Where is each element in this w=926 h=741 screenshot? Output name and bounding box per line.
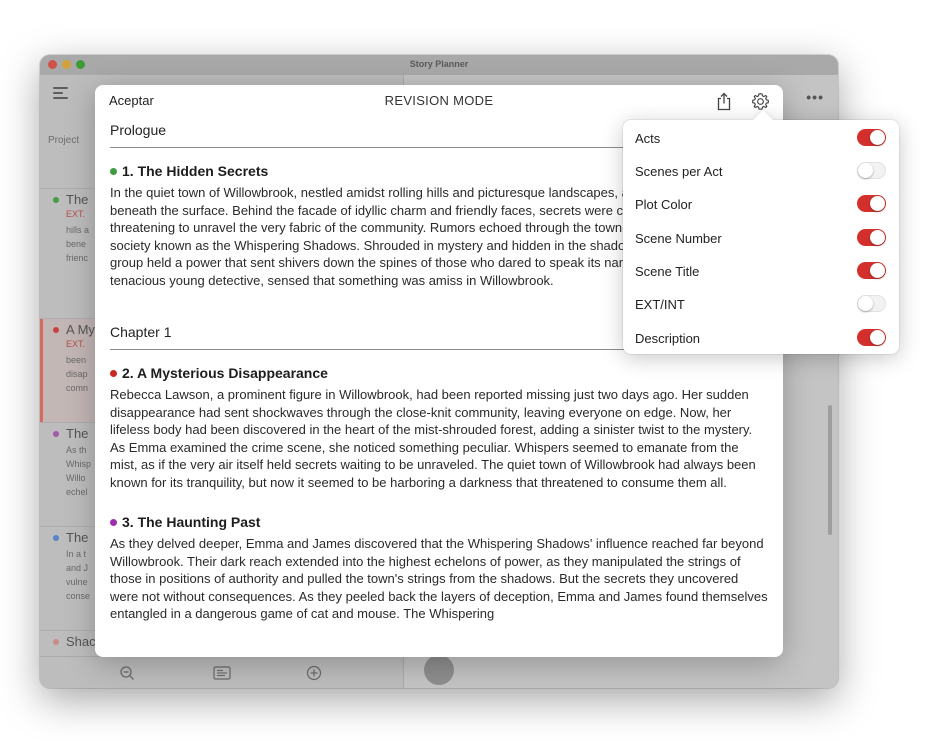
plot-color-dot — [53, 327, 59, 333]
sidebar-toolbar — [40, 656, 403, 688]
scene-title-toggle[interactable] — [857, 262, 886, 279]
sheet-title: REVISION MODE — [384, 93, 494, 108]
avatar — [424, 655, 454, 685]
scene-description: Rebecca Lawson, a prominent figure in Wi… — [110, 387, 756, 490]
scene-card-title: Shac — [66, 634, 96, 649]
sidebar-section-label: Project — [48, 135, 80, 146]
display-settings-popover: Acts Scenes per Act Plot Color Scene Num… — [623, 120, 899, 354]
scene-title: 1. The Hidden Secrets — [122, 163, 269, 179]
sheet-header: Aceptar REVISION MODE — [95, 85, 783, 117]
scene-title: 3. The Haunting Past — [122, 514, 261, 530]
option-label: Acts — [635, 131, 661, 146]
scene-number-toggle[interactable] — [857, 229, 886, 246]
acts-toggle[interactable] — [857, 129, 886, 146]
menu-icon[interactable] — [53, 87, 68, 99]
share-icon[interactable] — [715, 92, 733, 111]
scene-title: 2. A Mysterious Disappearance — [122, 365, 328, 381]
scene-card-title: The — [66, 426, 89, 441]
add-scene-icon[interactable] — [306, 665, 322, 681]
scene-card-ext: EXT. — [66, 209, 86, 219]
scene-card-description: been disap comn — [66, 355, 89, 393]
scene-heading: 3. The Haunting Past — [110, 513, 768, 531]
option-acts: Acts — [623, 121, 899, 154]
option-label: Description — [635, 331, 701, 346]
option-scene-title: Scene Title — [623, 254, 899, 287]
scene-card-title: A My — [66, 322, 95, 337]
plot-color-dot — [53, 431, 59, 437]
ext-int-toggle[interactable] — [857, 295, 886, 312]
scene-block: 3. The Haunting Past As they delved deep… — [110, 513, 768, 623]
plot-color-dot — [53, 639, 59, 645]
option-label: Plot Color — [635, 197, 693, 212]
more-options-icon[interactable]: ••• — [806, 89, 824, 105]
option-description: Description — [623, 321, 899, 354]
plot-color-dot — [110, 167, 117, 175]
scene-card-description: As th Whisp Willo echel — [66, 445, 92, 497]
accept-button[interactable]: Aceptar — [109, 93, 154, 108]
scene-card-title: The — [66, 192, 89, 207]
option-label: Scene Title — [635, 264, 700, 279]
option-ext-int: EXT/INT — [623, 287, 899, 320]
scene-heading: 2. A Mysterious Disappearance — [110, 364, 768, 382]
scene-card-ext: EXT. — [66, 339, 86, 349]
scene-card-title: The — [66, 530, 89, 545]
description-toggle[interactable] — [857, 329, 886, 346]
option-plot-color: Plot Color — [623, 187, 899, 220]
scene-card-description: hills a bene frienc — [66, 225, 90, 263]
option-label: Scenes per Act — [635, 164, 723, 179]
gear-icon[interactable] — [751, 92, 770, 111]
scene-block: 2. A Mysterious Disappearance Rebecca La… — [110, 364, 768, 491]
plot-color-dot — [53, 535, 59, 541]
option-scene-number: Scene Number — [623, 221, 899, 254]
option-scenes-per-act: Scenes per Act — [623, 154, 899, 187]
scrollbar[interactable] — [828, 405, 832, 535]
zoom-out-icon[interactable] — [119, 665, 135, 681]
option-label: EXT/INT — [635, 297, 685, 312]
scenes-per-act-toggle[interactable] — [857, 162, 886, 179]
plot-color-dot — [110, 369, 117, 377]
option-label: Scene Number — [635, 231, 722, 246]
plot-color-dot — [110, 518, 117, 526]
scene-description: As they delved deeper, Emma and James di… — [110, 536, 768, 621]
outline-view-icon[interactable] — [213, 665, 231, 681]
plot-color-toggle[interactable] — [857, 195, 886, 212]
scene-card-description: In a t and Jvulne conse — [66, 549, 91, 601]
plot-color-dot — [53, 197, 59, 203]
window-title: Story Planner — [409, 59, 469, 69]
title-bar: Story Planner — [40, 55, 838, 75]
